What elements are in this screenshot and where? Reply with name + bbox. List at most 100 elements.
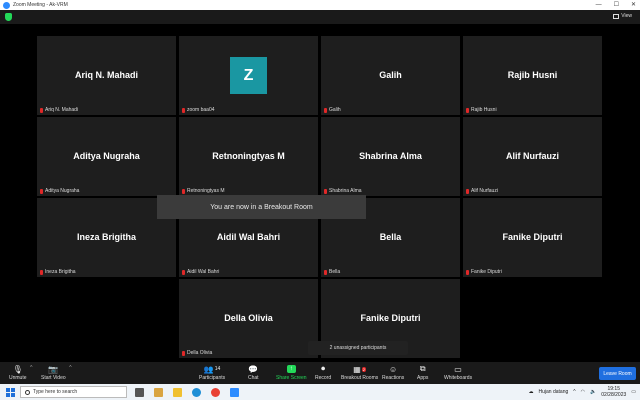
participant-tile[interactable]: Fanike Diputri Fanike Diputri [463, 198, 602, 277]
participant-tile[interactable]: Rajib Husni Rajib Husni [463, 36, 602, 115]
participant-tile[interactable]: Alif Nurfauzi Alif Nurfauzi [463, 117, 602, 196]
muted-mic-icon [40, 107, 43, 113]
participant-tag: Shabrina Alma [324, 188, 362, 194]
participant-tile[interactable]: Shabrina Alma Shabrina Alma [321, 117, 460, 196]
meeting-topbar [0, 10, 640, 24]
maximize-icon[interactable]: ☐ [614, 0, 619, 10]
participant-tile[interactable]: Ariq N. Mahadi Ariq N. Mahadi [37, 36, 176, 115]
breakout-rooms-button[interactable]: ▦ 2 Breakout Rooms [341, 363, 378, 382]
participant-tag: Rajib Husni [466, 107, 497, 113]
breakout-badge: 2 [361, 366, 367, 372]
chrome-icon[interactable] [209, 384, 222, 400]
chat-button[interactable]: 💬 Chat [248, 363, 259, 382]
participant-tag: Ariq N. Mahadi [40, 107, 78, 113]
tray-arrow-icon[interactable]: ^ [573, 389, 575, 395]
record-button[interactable]: ⏺ Record [315, 363, 331, 381]
task-view-icon[interactable] [133, 384, 146, 400]
weather-text[interactable]: Hujan datang [539, 389, 569, 395]
search-icon [25, 389, 30, 395]
participant-name: Fanike Diputri [360, 313, 421, 323]
view-button[interactable]: View [613, 13, 632, 19]
participants-icon: 👥 14 [203, 364, 221, 374]
participant-name: Bella [379, 232, 402, 242]
participant-name: Ariq N. Mahadi [74, 70, 138, 80]
volume-icon[interactable]: 🔈 [590, 389, 596, 395]
grid-view-icon [613, 13, 620, 19]
muted-mic-icon [40, 269, 43, 275]
record-icon: ⏺ [321, 364, 326, 373]
security-shield-icon[interactable] [5, 13, 12, 21]
participant-name: Fanike Diputri [502, 232, 563, 242]
participant-name: Della Olivia [224, 313, 273, 323]
muted-mic-icon [182, 188, 185, 194]
reactions-button[interactable]: ☺ Reactions [382, 363, 404, 382]
participant-tile[interactable]: Aditya Nugraha Aditya Nugraha [37, 117, 176, 196]
reactions-icon: ☺ [389, 364, 398, 374]
chevron-up-icon[interactable]: ^ [69, 365, 71, 371]
wifi-icon[interactable]: ◠ [581, 389, 585, 395]
muted-mic-icon [466, 188, 469, 194]
zoom-logo-icon [3, 1, 10, 9]
start-video-button[interactable]: 📷 Start Video ^ [41, 363, 72, 382]
participant-name: Ineza Brigitha [76, 232, 136, 242]
participant-tag: zoom baa04 [182, 107, 215, 113]
close-icon[interactable]: ✕ [631, 0, 636, 10]
participant-tile[interactable]: Ineza Brigitha Ineza Brigitha [37, 198, 176, 277]
participant-tag: Ineza Brigitha [40, 269, 76, 275]
participant-name: Rajib Husni [507, 70, 558, 80]
edge-icon[interactable] [190, 384, 203, 400]
share-screen-button[interactable]: ↑ Share Screen [276, 363, 307, 381]
minimize-icon[interactable]: — [596, 0, 602, 10]
share-screen-icon: ↑ [286, 363, 296, 375]
muted-mic-icon [182, 350, 185, 356]
muted-mic-icon [324, 269, 327, 275]
muted-microphone-icon: 🎙 [12, 364, 23, 374]
participant-name: Galih [379, 70, 402, 80]
participant-tag: Bella [324, 269, 340, 275]
muted-mic-icon [182, 107, 185, 113]
muted-mic-icon [182, 269, 185, 275]
unmute-button[interactable]: 🎙 Unmute ^ [9, 363, 33, 382]
participant-tag: Fanike Diputri [466, 269, 502, 275]
muted-mic-icon [466, 269, 469, 275]
windows-start-icon[interactable] [0, 384, 20, 400]
participant-tile[interactable]: Retnoningtyas M Retnoningtyas M [179, 117, 318, 196]
weather-icon[interactable]: ☁ [529, 389, 534, 395]
breakout-room-notification: You are now in a Breakout Room [157, 195, 366, 219]
zoom-taskbar-icon[interactable] [228, 384, 241, 400]
avatar: Z [230, 57, 267, 94]
taskbar-search[interactable]: Type here to search [20, 386, 127, 398]
participant-tile[interactable]: Della Olivia Della Olivia [179, 279, 318, 358]
notification-icon[interactable]: ▭ [631, 389, 636, 395]
whiteboards-button[interactable]: ▭ Whiteboards [444, 363, 472, 382]
participant-name: Aidil Wal Bahri [216, 232, 281, 242]
window-titlebar: Zoom Meeting - Ak-VRM — ☐ ✕ [0, 0, 640, 10]
whiteboard-icon: ▭ [454, 364, 462, 374]
taskbar-clock[interactable]: 19:15 02/28/2023 [601, 386, 626, 398]
window-controls: — ☐ ✕ [596, 0, 636, 10]
muted-mic-icon [324, 188, 327, 194]
leave-room-button[interactable]: Leave Room [599, 367, 636, 380]
apps-button[interactable]: ⧉ Apps [417, 363, 428, 381]
participant-tile[interactable]: Z zoom baa04 [179, 36, 318, 115]
video-stage: Ariq N. Mahadi Ariq N. Mahadi Z zoom baa… [0, 24, 640, 362]
participant-tile[interactable]: Galih Galih [321, 36, 460, 115]
participant-name: Retnoningtyas M [212, 151, 285, 161]
participant-tag: Aidil Wal Bahri [182, 269, 219, 275]
muted-mic-icon [324, 107, 327, 113]
view-label: View [621, 13, 632, 19]
apps-icon: ⧉ [419, 364, 426, 373]
participant-tag: Retnoningtyas M [182, 188, 225, 194]
file-explorer-icon[interactable] [171, 384, 184, 400]
system-tray: ☁ Hujan datang ^ ◠ 🔈 19:15 02/28/2023 ▭ [529, 384, 636, 400]
participant-tag: Aditya Nugraha [40, 188, 79, 194]
muted-mic-icon [40, 188, 43, 194]
widgets-icon[interactable] [152, 384, 165, 400]
participant-name: Alif Nurfauzi [506, 151, 559, 161]
participants-button[interactable]: 👥 14 Participants [199, 363, 225, 382]
muted-mic-icon [466, 107, 469, 113]
chevron-up-icon[interactable]: ^ [30, 365, 32, 371]
window-title: Zoom Meeting - Ak-VRM [13, 2, 68, 8]
participant-tag: Alif Nurfauzi [466, 188, 498, 194]
unassigned-participants-notice[interactable]: 2 unassigned participants [308, 341, 408, 355]
